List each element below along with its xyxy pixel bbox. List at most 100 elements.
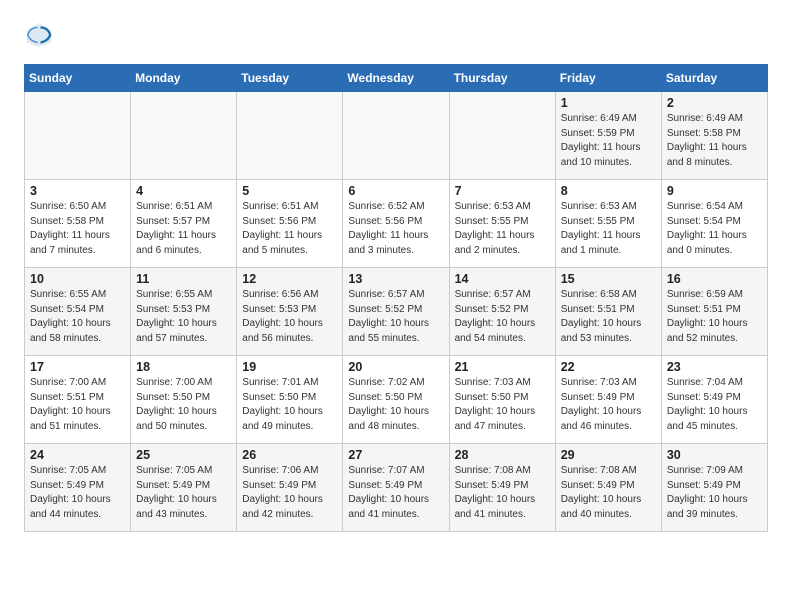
day-number: 16 — [667, 272, 762, 286]
logo-icon — [24, 20, 54, 50]
calendar-cell — [131, 92, 237, 180]
logo — [24, 20, 58, 50]
day-info: Sunrise: 7:05 AM Sunset: 5:49 PM Dayligh… — [136, 464, 231, 522]
day-info: Sunrise: 7:01 AM Sunset: 5:50 PM Dayligh… — [242, 376, 337, 434]
day-number: 25 — [136, 448, 231, 462]
calendar-cell: 6 Sunrise: 6:52 AM Sunset: 5:56 PM Daylig… — [343, 180, 449, 268]
calendar-cell: 23 Sunrise: 7:04 AM Sunset: 5:49 PM Dayli… — [661, 356, 767, 444]
day-info: Sunrise: 6:57 AM Sunset: 5:52 PM Dayligh… — [455, 288, 550, 346]
day-info: Sunrise: 6:51 AM Sunset: 5:57 PM Dayligh… — [136, 200, 231, 258]
day-info: Sunrise: 6:55 AM Sunset: 5:54 PM Dayligh… — [30, 288, 125, 346]
calendar-cell — [449, 92, 555, 180]
day-number: 9 — [667, 184, 762, 198]
calendar-cell: 5 Sunrise: 6:51 AM Sunset: 5:56 PM Daylig… — [237, 180, 343, 268]
day-info: Sunrise: 6:57 AM Sunset: 5:52 PM Dayligh… — [348, 288, 443, 346]
day-info: Sunrise: 7:02 AM Sunset: 5:50 PM Dayligh… — [348, 376, 443, 434]
day-number: 17 — [30, 360, 125, 374]
day-number: 23 — [667, 360, 762, 374]
day-info: Sunrise: 7:06 AM Sunset: 5:49 PM Dayligh… — [242, 464, 337, 522]
day-number: 1 — [561, 96, 656, 110]
day-number: 19 — [242, 360, 337, 374]
week-row-2: 3 Sunrise: 6:50 AM Sunset: 5:58 PM Daylig… — [25, 180, 768, 268]
day-info: Sunrise: 6:49 AM Sunset: 5:58 PM Dayligh… — [667, 112, 762, 170]
day-number: 22 — [561, 360, 656, 374]
day-number: 13 — [348, 272, 443, 286]
calendar-cell: 13 Sunrise: 6:57 AM Sunset: 5:52 PM Dayli… — [343, 268, 449, 356]
day-info: Sunrise: 6:55 AM Sunset: 5:53 PM Dayligh… — [136, 288, 231, 346]
day-number: 27 — [348, 448, 443, 462]
weekday-header-thursday: Thursday — [449, 65, 555, 92]
day-info: Sunrise: 6:50 AM Sunset: 5:58 PM Dayligh… — [30, 200, 125, 258]
day-number: 29 — [561, 448, 656, 462]
day-number: 3 — [30, 184, 125, 198]
calendar-cell: 24Sunrise: 7:05 AM Sunset: 5:49 PM Dayli… — [25, 444, 131, 532]
day-number: 6 — [348, 184, 443, 198]
calendar-cell: 4 Sunrise: 6:51 AM Sunset: 5:57 PM Daylig… — [131, 180, 237, 268]
day-info: Sunrise: 7:07 AM Sunset: 5:49 PM Dayligh… — [348, 464, 443, 522]
day-number: 18 — [136, 360, 231, 374]
calendar-cell: 25 Sunrise: 7:05 AM Sunset: 5:49 PM Dayli… — [131, 444, 237, 532]
calendar-cell: 10 Sunrise: 6:55 AM Sunset: 5:54 PM Dayli… — [25, 268, 131, 356]
week-row-4: 17 Sunrise: 7:00 AM Sunset: 5:51 PM Dayli… — [25, 356, 768, 444]
day-number: 10 — [30, 272, 125, 286]
day-info: Sunrise: 6:58 AM Sunset: 5:51 PM Dayligh… — [561, 288, 656, 346]
calendar-cell: 3 Sunrise: 6:50 AM Sunset: 5:58 PM Daylig… — [25, 180, 131, 268]
calendar-cell: 17 Sunrise: 7:00 AM Sunset: 5:51 PM Dayli… — [25, 356, 131, 444]
day-number: 5 — [242, 184, 337, 198]
weekday-header-monday: Monday — [131, 65, 237, 92]
calendar: SundayMondayTuesdayWednesdayThursdayFrid… — [24, 64, 768, 532]
day-number: 2 — [667, 96, 762, 110]
weekday-header-friday: Friday — [555, 65, 661, 92]
day-info: Sunrise: 6:51 AM Sunset: 5:56 PM Dayligh… — [242, 200, 337, 258]
weekday-header-saturday: Saturday — [661, 65, 767, 92]
calendar-cell: 15 Sunrise: 6:58 AM Sunset: 5:51 PM Dayli… — [555, 268, 661, 356]
calendar-cell: 29Sunrise: 7:08 AM Sunset: 5:49 PM Dayli… — [555, 444, 661, 532]
calendar-cell: 8Sunrise: 6:53 AM Sunset: 5:55 PM Daylig… — [555, 180, 661, 268]
weekday-header-wednesday: Wednesday — [343, 65, 449, 92]
day-info: Sunrise: 7:09 AM Sunset: 5:49 PM Dayligh… — [667, 464, 762, 522]
day-info: Sunrise: 7:03 AM Sunset: 5:49 PM Dayligh… — [561, 376, 656, 434]
header — [24, 20, 768, 50]
calendar-cell: 2 Sunrise: 6:49 AM Sunset: 5:58 PM Daylig… — [661, 92, 767, 180]
calendar-cell: 12 Sunrise: 6:56 AM Sunset: 5:53 PM Dayli… — [237, 268, 343, 356]
day-info: Sunrise: 6:53 AM Sunset: 5:55 PM Dayligh… — [561, 200, 656, 258]
calendar-cell: 7Sunrise: 6:53 AM Sunset: 5:55 PM Daylig… — [449, 180, 555, 268]
day-info: Sunrise: 7:05 AM Sunset: 5:49 PM Dayligh… — [30, 464, 125, 522]
day-number: 20 — [348, 360, 443, 374]
day-number: 7 — [455, 184, 550, 198]
day-info: Sunrise: 7:08 AM Sunset: 5:49 PM Dayligh… — [455, 464, 550, 522]
weekday-header-tuesday: Tuesday — [237, 65, 343, 92]
day-info: Sunrise: 7:00 AM Sunset: 5:50 PM Dayligh… — [136, 376, 231, 434]
day-info: Sunrise: 6:59 AM Sunset: 5:51 PM Dayligh… — [667, 288, 762, 346]
calendar-cell: 19 Sunrise: 7:01 AM Sunset: 5:50 PM Dayli… — [237, 356, 343, 444]
day-number: 11 — [136, 272, 231, 286]
week-row-3: 10 Sunrise: 6:55 AM Sunset: 5:54 PM Dayli… — [25, 268, 768, 356]
calendar-cell: 27 Sunrise: 7:07 AM Sunset: 5:49 PM Dayli… — [343, 444, 449, 532]
calendar-cell — [343, 92, 449, 180]
day-info: Sunrise: 7:00 AM Sunset: 5:51 PM Dayligh… — [30, 376, 125, 434]
calendar-cell — [25, 92, 131, 180]
calendar-cell: 11 Sunrise: 6:55 AM Sunset: 5:53 PM Dayli… — [131, 268, 237, 356]
day-number: 14 — [455, 272, 550, 286]
day-info: Sunrise: 7:04 AM Sunset: 5:49 PM Dayligh… — [667, 376, 762, 434]
calendar-cell: 9 Sunrise: 6:54 AM Sunset: 5:54 PM Daylig… — [661, 180, 767, 268]
day-number: 12 — [242, 272, 337, 286]
calendar-cell: 22 Sunrise: 7:03 AM Sunset: 5:49 PM Dayli… — [555, 356, 661, 444]
calendar-cell: 18 Sunrise: 7:00 AM Sunset: 5:50 PM Dayli… — [131, 356, 237, 444]
day-number: 26 — [242, 448, 337, 462]
calendar-cell — [237, 92, 343, 180]
day-info: Sunrise: 7:03 AM Sunset: 5:50 PM Dayligh… — [455, 376, 550, 434]
day-info: Sunrise: 6:54 AM Sunset: 5:54 PM Dayligh… — [667, 200, 762, 258]
day-number: 30 — [667, 448, 762, 462]
day-number: 15 — [561, 272, 656, 286]
day-info: Sunrise: 6:56 AM Sunset: 5:53 PM Dayligh… — [242, 288, 337, 346]
week-row-5: 24Sunrise: 7:05 AM Sunset: 5:49 PM Dayli… — [25, 444, 768, 532]
day-number: 28 — [455, 448, 550, 462]
day-info: Sunrise: 6:52 AM Sunset: 5:56 PM Dayligh… — [348, 200, 443, 258]
day-number: 4 — [136, 184, 231, 198]
calendar-cell: 21 Sunrise: 7:03 AM Sunset: 5:50 PM Dayli… — [449, 356, 555, 444]
weekday-header-row: SundayMondayTuesdayWednesdayThursdayFrid… — [25, 65, 768, 92]
day-info: Sunrise: 6:49 AM Sunset: 5:59 PM Dayligh… — [561, 112, 656, 170]
day-number: 21 — [455, 360, 550, 374]
calendar-cell: 1 Sunrise: 6:49 AM Sunset: 5:59 PM Daylig… — [555, 92, 661, 180]
